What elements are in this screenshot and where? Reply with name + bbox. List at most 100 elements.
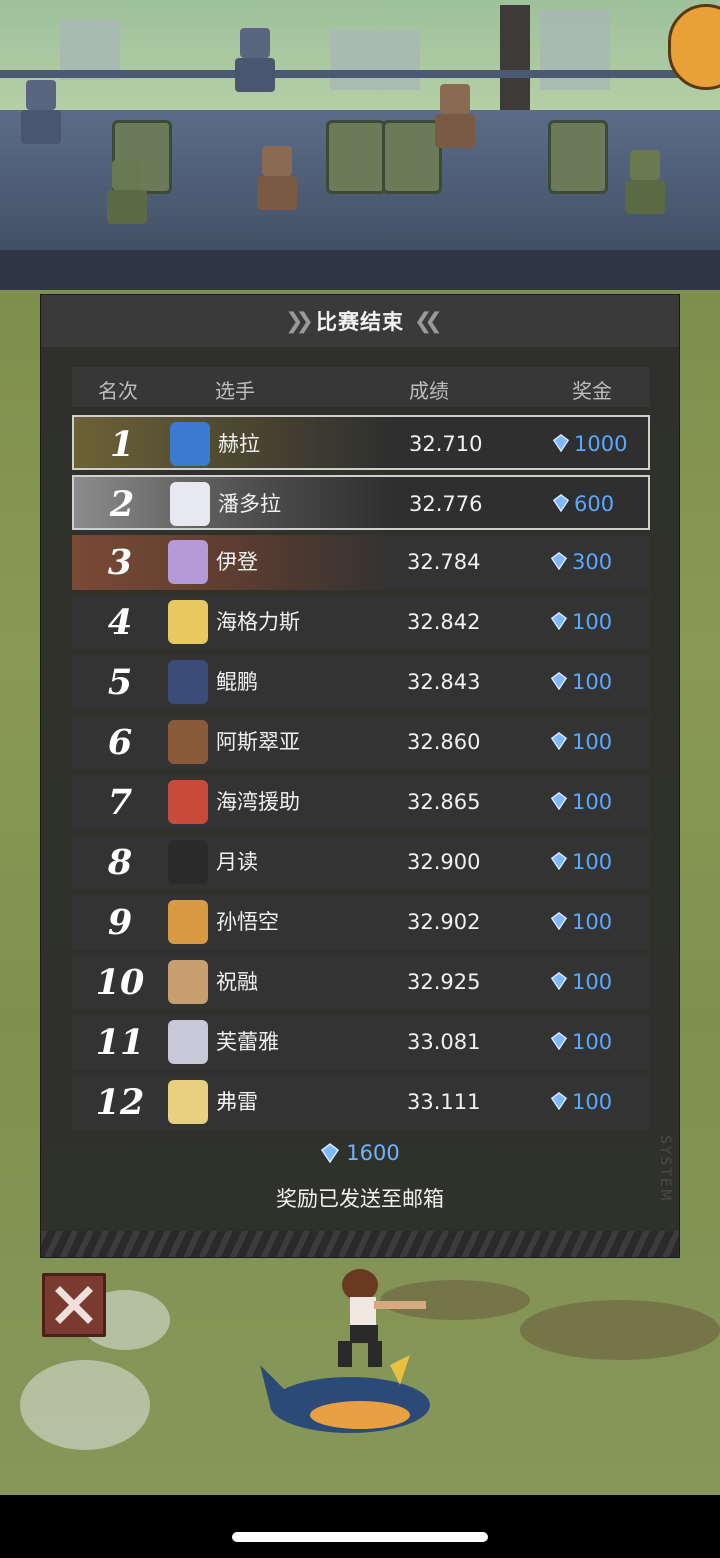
player-name: 鲲鹏 (216, 670, 258, 694)
runner-girl (338, 1269, 426, 1367)
race-score: 32.865 (407, 790, 481, 814)
rank-number: 2 (109, 484, 135, 525)
player-name: 伊登 (216, 550, 258, 574)
result-row: 2 潘多拉 32.776 600 (72, 475, 650, 530)
player-name: 芙蕾雅 (216, 1030, 279, 1054)
player-name: 潘多拉 (218, 492, 281, 516)
rank-number: 7 (107, 782, 133, 823)
panel-title: 比赛结束 (316, 310, 404, 334)
prize-amount: 300 (572, 550, 613, 574)
result-row: 5 鲲鹏 32.843 100 (72, 655, 650, 710)
result-row: 1 赫拉 32.710 1000 (72, 415, 650, 470)
rank-number: 3 (107, 542, 133, 583)
prize-amount: 600 (574, 492, 615, 516)
close-icon (55, 1286, 93, 1324)
system-watermark: SYSTEM (657, 1135, 673, 1203)
rank-number: 6 (107, 722, 133, 763)
rank-number: 10 (95, 962, 145, 1003)
race-score: 32.900 (407, 850, 481, 874)
total-prize: 1600 (41, 1141, 679, 1165)
spectator-soldier (432, 84, 478, 148)
player-portrait (168, 900, 208, 944)
race-score: 33.081 (407, 1030, 481, 1054)
race-score: 32.710 (409, 432, 483, 456)
result-row: 9 孙悟空 32.902 100 (72, 895, 650, 950)
background-building (330, 30, 420, 90)
dirt-patch (520, 1300, 720, 1360)
chevron-left-icon: ❮❮ (414, 308, 443, 334)
player-name: 月读 (216, 850, 258, 874)
train-railing (0, 70, 720, 78)
player-name: 赫拉 (218, 432, 260, 456)
prize-amount: 100 (572, 670, 613, 694)
close-button[interactable] (42, 1273, 106, 1337)
player-name: 孙悟空 (216, 910, 279, 934)
diamond-gem-icon (550, 732, 568, 750)
prize-amount: 1000 (574, 432, 628, 456)
diamond-gem-icon (550, 612, 568, 630)
rank-number: 11 (95, 1022, 145, 1063)
player-portrait (170, 482, 210, 526)
player-portrait (168, 1080, 208, 1124)
panel-header: ❯❯ 比赛结束 ❮❮ (41, 295, 679, 347)
race-score: 32.860 (407, 730, 481, 754)
result-row: 7 海湾援助 32.865 100 (72, 775, 650, 830)
result-row: 3 伊登 32.784 300 (72, 535, 650, 590)
spectator-soldier (622, 150, 668, 214)
prize-amount: 100 (572, 790, 613, 814)
diamond-gem-icon (552, 434, 570, 452)
background-building (540, 10, 610, 90)
result-row: 11 芙蕾雅 33.081 100 (72, 1015, 650, 1070)
player-portrait (168, 780, 208, 824)
race-score: 33.111 (407, 1090, 481, 1114)
player-name: 海格力斯 (216, 610, 300, 634)
home-indicator[interactable] (232, 1532, 488, 1542)
panel-footer-stripe (41, 1231, 679, 1257)
train-base (0, 250, 720, 290)
player-portrait (168, 600, 208, 644)
reward-notice: 奖励已发送至邮箱 (276, 1187, 444, 1211)
rank-number: 8 (107, 842, 133, 883)
spectator-soldier (18, 80, 64, 144)
column-rank: 名次 (98, 379, 138, 403)
player-name: 祝融 (216, 970, 258, 994)
diamond-gem-icon (550, 552, 568, 570)
player-portrait (168, 660, 208, 704)
diamond-gem-icon (550, 912, 568, 930)
result-row: 4 海格力斯 32.842 100 (72, 595, 650, 650)
player-name: 海湾援助 (216, 790, 300, 814)
race-score: 32.902 (407, 910, 481, 934)
system-bar (0, 1495, 720, 1558)
rank-number: 5 (107, 662, 133, 703)
race-score: 32.776 (409, 492, 483, 516)
spectator-soldier (232, 28, 278, 92)
race-results-panel: ❯❯ 比赛结束 ❮❮ 名次 选手 成绩 奖金 1 赫拉 32.710 1000 2 潘多拉… (40, 294, 680, 1258)
column-prize: 奖金 (572, 379, 612, 403)
chevron-right-icon: ❯❯ (285, 308, 314, 334)
prize-amount: 100 (572, 1090, 613, 1114)
player-name: 弗雷 (216, 1090, 258, 1114)
player-portrait (170, 422, 210, 466)
column-score: 成绩 (409, 379, 449, 403)
rank-number: 4 (107, 602, 133, 643)
diamond-gem-icon (550, 1092, 568, 1110)
player-portrait (168, 1020, 208, 1064)
prize-amount: 100 (572, 850, 613, 874)
diamond-gem-icon (550, 1032, 568, 1050)
diamond-gem-icon (550, 852, 568, 870)
player-portrait (168, 960, 208, 1004)
race-score: 32.925 (407, 970, 481, 994)
prize-amount: 100 (572, 730, 613, 754)
cargo-barrel (326, 120, 386, 194)
prize-amount: 100 (572, 1030, 613, 1054)
result-row: 6 阿斯翠亚 32.860 100 (72, 715, 650, 770)
race-score: 32.843 (407, 670, 481, 694)
player-portrait (168, 540, 208, 584)
prize-amount: 100 (572, 610, 613, 634)
spectator-soldier (254, 146, 300, 210)
table-header: 名次 选手 成绩 奖金 (72, 367, 650, 407)
column-player: 选手 (215, 379, 255, 403)
diamond-gem-icon (550, 792, 568, 810)
result-row: 8 月读 32.900 100 (72, 835, 650, 890)
prize-amount: 100 (572, 910, 613, 934)
